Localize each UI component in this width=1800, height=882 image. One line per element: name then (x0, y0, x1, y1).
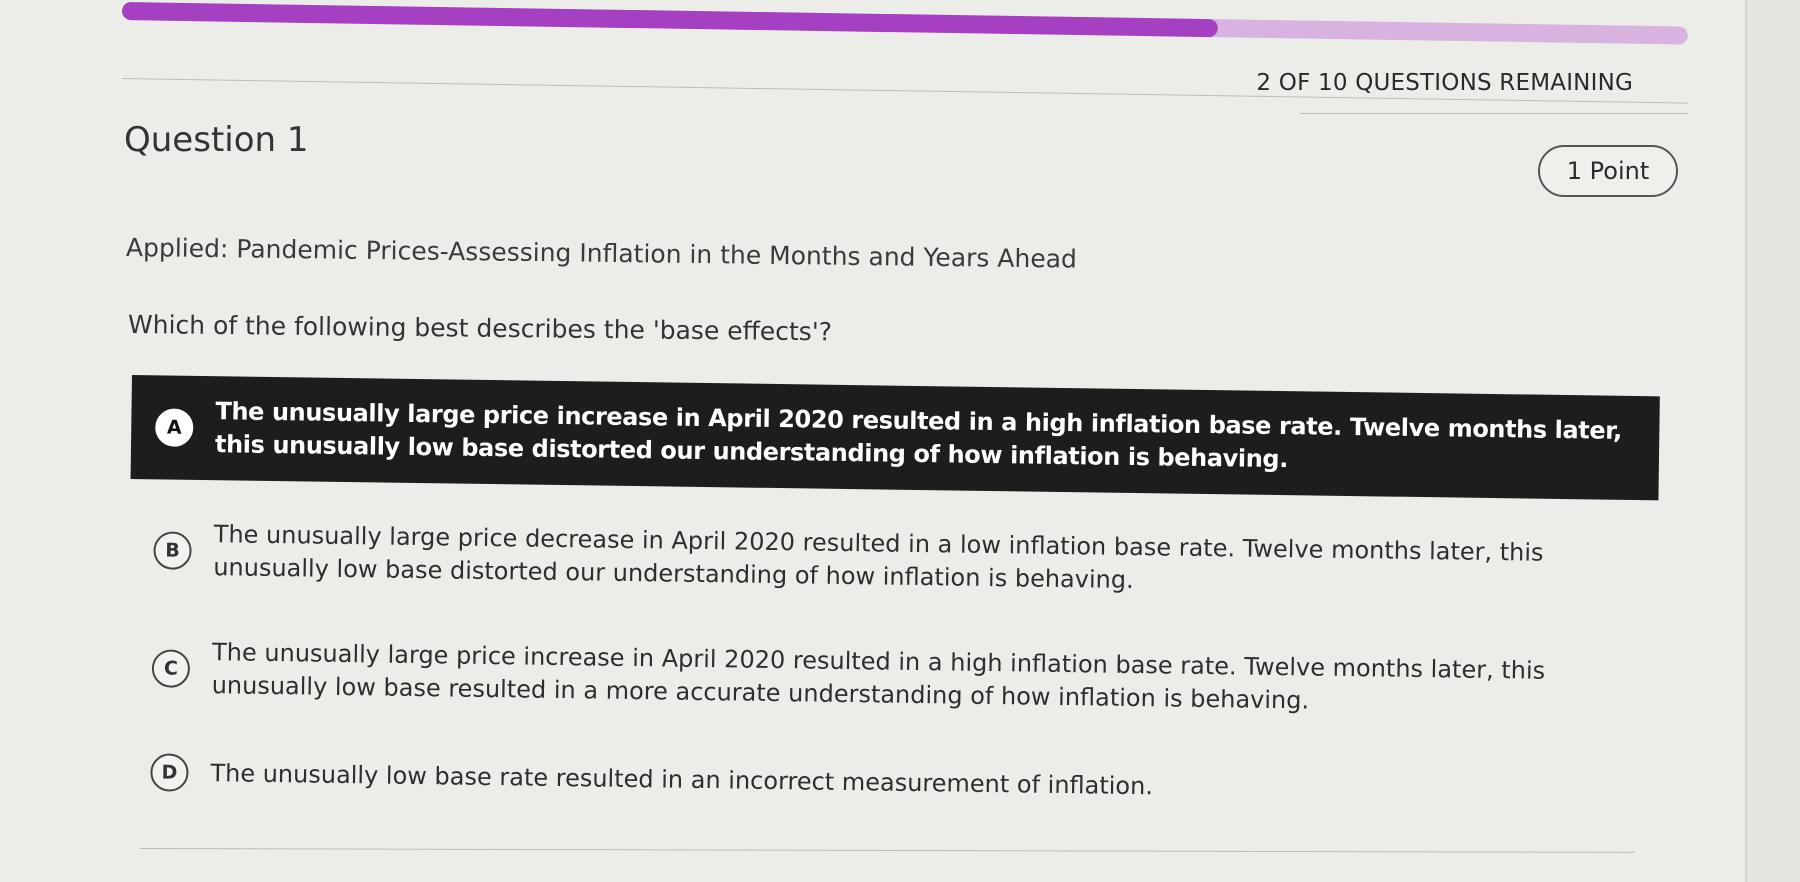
points-badge: 1 Point (1538, 145, 1678, 197)
question-title: Question 1 (124, 120, 309, 160)
questions-remaining-label: 2 OF 10 QUESTIONS REMAINING (1256, 70, 1633, 96)
scroll-edge (1745, 0, 1800, 882)
header-divider-bottom (1300, 113, 1688, 114)
answer-options: A The unusually large price increase in … (126, 375, 1660, 850)
option-text-c: The unusually large price increase in Ap… (211, 638, 1546, 715)
answer-option-d[interactable]: D The unusually low base rate resulted i… (126, 739, 1655, 826)
answer-option-b[interactable]: B The unusually large price decrease in … (129, 503, 1658, 618)
option-text-d: The unusually low base rate resulted in … (210, 758, 1154, 800)
progress-bar-fill (121, 2, 1219, 38)
option-text-a: The unusually large price increase in Ap… (214, 397, 1623, 474)
option-text-b: The unusually large price decrease in Ap… (213, 520, 1544, 595)
option-letter-a: A (155, 408, 194, 447)
footer-divider (139, 848, 1635, 853)
question-prompt: Which of the following best describes th… (127, 310, 833, 347)
answer-option-c[interactable]: C The unusually large price increase in … (127, 621, 1656, 736)
question-subtitle: Applied: Pandemic Prices-Assessing Infla… (125, 233, 1078, 274)
quiz-page: 2 OF 10 QUESTIONS REMAINING Question 1 1… (0, 0, 1745, 882)
answer-option-a[interactable]: A The unusually large price increase in … (130, 375, 1660, 501)
progress-bar (121, 2, 1688, 45)
option-letter-c: C (151, 649, 191, 688)
option-letter-b: B (153, 531, 192, 570)
option-letter-d: D (150, 753, 189, 792)
